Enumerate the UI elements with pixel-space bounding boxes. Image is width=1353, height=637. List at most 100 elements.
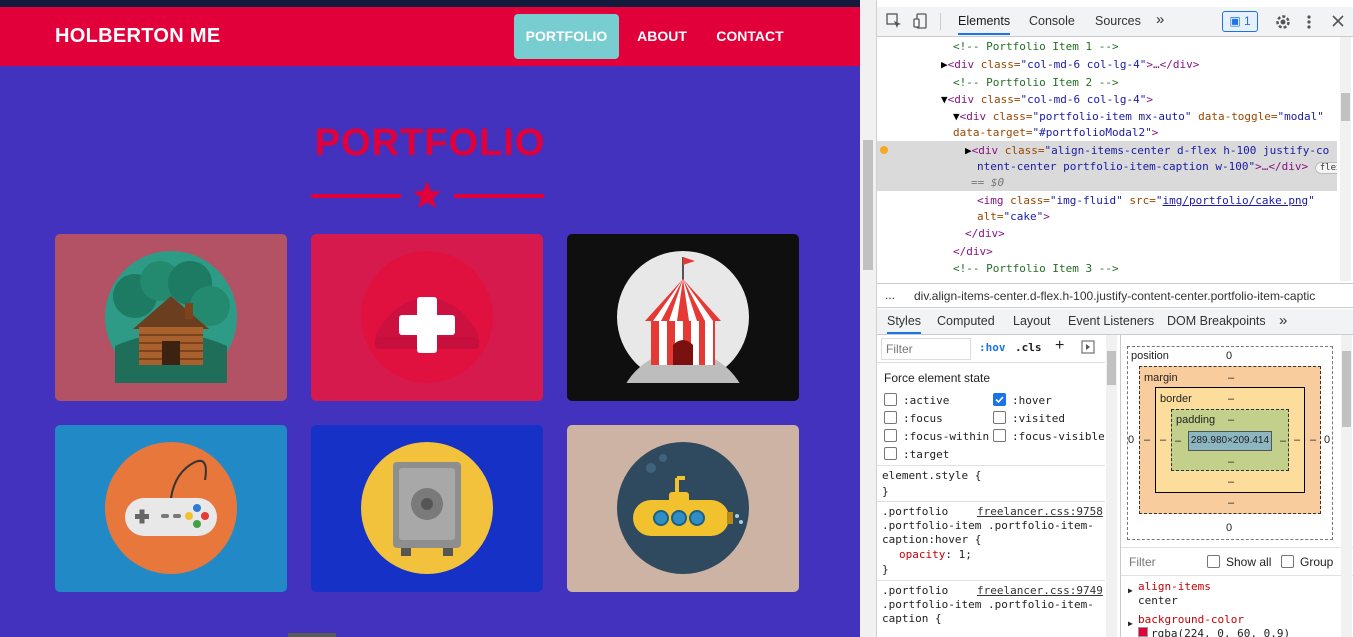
tab-dom-breakpoints[interactable]: DOM Breakpoints	[1167, 314, 1266, 328]
dom-node-item2[interactable]: ▼<div class="col-md-6 col-lg-4">	[941, 92, 1153, 108]
state-focus-within[interactable]: :focus-within	[884, 429, 989, 443]
rule2-source-link[interactable]: freelancer.css:9749	[977, 584, 1103, 597]
element-style-rule[interactable]: element.style {	[882, 469, 981, 482]
tab-elements[interactable]: Elements	[958, 14, 1011, 35]
tab-computed[interactable]: Computed	[937, 314, 995, 328]
portfolio-item-submarine[interactable]	[567, 425, 799, 592]
checkbox[interactable]	[1281, 555, 1294, 568]
divider	[877, 580, 1105, 581]
state-hover[interactable]: :hover	[993, 393, 1052, 407]
nav-about[interactable]: ABOUT	[626, 14, 698, 59]
dom-node-portfolio-item[interactable]: ▼<div class="portfolio-item mx-auto" dat…	[953, 109, 1324, 125]
collapse-arrow-icon[interactable]: ▼	[941, 93, 948, 106]
color-swatch[interactable]	[1138, 627, 1148, 637]
breadcrumb-dots[interactable]: ...	[885, 288, 895, 302]
checkbox[interactable]	[993, 429, 1006, 442]
breadcrumb-item[interactable]: div.align-items-center.d-flex.h-100.just…	[914, 289, 1315, 303]
tag: <div	[947, 58, 981, 71]
collapse-arrow-icon[interactable]: ▼	[953, 110, 960, 123]
inspect-element-icon[interactable]	[886, 13, 902, 29]
state-label: :focus-visible	[1012, 430, 1105, 443]
portfolio-item-cabin[interactable]	[55, 234, 287, 401]
box-model-content-size[interactable]: 289.980×209.414	[1188, 431, 1272, 451]
toggle-sidebar-icon[interactable]	[1081, 340, 1095, 354]
checkbox[interactable]	[993, 411, 1006, 424]
group-toggle[interactable]: Group	[1281, 555, 1333, 569]
show-all-toggle[interactable]: Show all	[1207, 555, 1271, 569]
portfolio-item-safe[interactable]	[311, 425, 543, 592]
attr-value: ntent-center portfolio-item-caption w-10…	[977, 160, 1256, 173]
tab-sources[interactable]: Sources	[1095, 14, 1141, 28]
devtools-resize-thumb[interactable]	[863, 140, 873, 270]
tab-event-listeners[interactable]: Event Listeners	[1068, 314, 1154, 328]
tag-close: >…</div>	[1255, 160, 1309, 173]
rule1-selector[interactable]: .portfolio	[882, 505, 948, 518]
device-toolbar-icon[interactable]	[913, 13, 929, 29]
brand-logo[interactable]: HOLBERTON ME	[55, 25, 220, 48]
tab-styles[interactable]: Styles	[887, 314, 922, 334]
attr-name: data-toggle=	[1191, 110, 1278, 123]
styles-scrollbar[interactable]	[1106, 335, 1117, 637]
checkmark-icon	[995, 396, 1004, 404]
close-icon[interactable]	[1332, 15, 1344, 27]
hov-toggle[interactable]: :hov	[979, 341, 1006, 354]
expand-arrow-icon[interactable]: ▶	[941, 58, 948, 71]
dom-node-item1[interactable]: ▶<div class="col-md-6 col-lg-4">…</div>	[941, 57, 1199, 73]
checkbox[interactable]	[884, 429, 897, 442]
dom-comment-1[interactable]: <!-- Portfolio Item 1 -->	[953, 39, 1119, 55]
computed-scrollbar[interactable]	[1341, 335, 1352, 637]
rule-close-brace: }	[882, 563, 889, 576]
expand-arrow-icon[interactable]: ▶	[965, 144, 972, 157]
dom-comment-3[interactable]: <!-- Portfolio Item 3 -->	[953, 261, 1119, 277]
rule2-selector-cont: .portfolio-item .portfolio-item-	[882, 598, 1094, 611]
portfolio-item-cake[interactable]	[311, 234, 543, 401]
styles-scroll-thumb[interactable]	[1107, 351, 1116, 385]
flex-badge[interactable]: flex	[1314, 162, 1337, 174]
expand-arrow-icon[interactable]: ▶	[1128, 586, 1133, 595]
dom-node-caption-selected[interactable]: ▶<div class="align-items-center d-flex h…	[965, 143, 1329, 159]
dom-node-img-cont: alt="cake">	[977, 209, 1050, 225]
nav-contact[interactable]: CONTACT	[706, 14, 794, 59]
horizontal-scrollbar-thumb[interactable]	[288, 633, 336, 637]
kebab-menu-icon[interactable]	[1304, 14, 1314, 30]
checkbox[interactable]	[884, 447, 897, 460]
checkbox[interactable]	[884, 393, 897, 406]
rule1-source-link[interactable]: freelancer.css:9758	[977, 505, 1103, 518]
more-tabs-chevron-icon[interactable]: »	[1156, 11, 1164, 28]
computed-scroll-thumb[interactable]	[1342, 351, 1351, 427]
state-focus-visible[interactable]: :focus-visible	[993, 429, 1105, 443]
checkbox[interactable]	[884, 411, 897, 424]
tab-layout[interactable]: Layout	[1013, 314, 1051, 328]
dom-close-div[interactable]: </div>	[965, 226, 1005, 242]
nav-portfolio[interactable]: PORTFOLIO	[514, 14, 619, 59]
dom-tree-scrollbar[interactable]	[1340, 37, 1351, 281]
rule1-declaration[interactable]: opacity: 1;	[899, 548, 972, 561]
state-visited[interactable]: :visited	[993, 411, 1065, 425]
comment-text: <!-- Portfolio Item 2 -->	[953, 76, 1119, 89]
portfolio-item-circus[interactable]	[567, 234, 799, 401]
checkbox-checked[interactable]	[993, 393, 1006, 406]
dom-close-div[interactable]: </div>	[953, 244, 993, 260]
expand-arrow-icon[interactable]: ▶	[1128, 619, 1133, 628]
computed-pane: position 0 0 0 0 margin – – – – border –…	[1120, 335, 1353, 637]
state-focus[interactable]: :focus	[884, 411, 943, 425]
devtools-resize-scrollbar[interactable]	[860, 0, 877, 637]
styles-filter-input[interactable]: Filter	[881, 338, 971, 360]
portfolio-item-controller[interactable]	[55, 425, 287, 592]
state-target[interactable]: :target	[884, 447, 949, 461]
tab-console[interactable]: Console	[1029, 14, 1075, 28]
rule2-selector[interactable]: .portfolio	[882, 584, 948, 597]
issues-badge[interactable]: ▣ 1	[1222, 11, 1258, 32]
state-active[interactable]: :active	[884, 393, 949, 407]
img-src-link[interactable]: img/portfolio/cake.png	[1162, 194, 1308, 207]
cls-toggle[interactable]: .cls	[1015, 341, 1042, 354]
dom-node-img[interactable]: <img class="img-fluid" src="img/portfoli…	[977, 193, 1315, 209]
computed-filter-input[interactable]: Filter	[1129, 555, 1156, 569]
section-title: PORTFOLIO	[314, 122, 546, 164]
more-tabs-chevron-icon[interactable]: »	[1279, 312, 1287, 329]
checkbox[interactable]	[1207, 555, 1220, 568]
new-style-rule-plus-icon[interactable]: +	[1055, 337, 1064, 355]
dom-tree-scroll-thumb[interactable]	[1341, 93, 1350, 121]
dom-comment-2[interactable]: <!-- Portfolio Item 2 -->	[953, 75, 1119, 91]
settings-gear-icon[interactable]	[1275, 14, 1291, 30]
